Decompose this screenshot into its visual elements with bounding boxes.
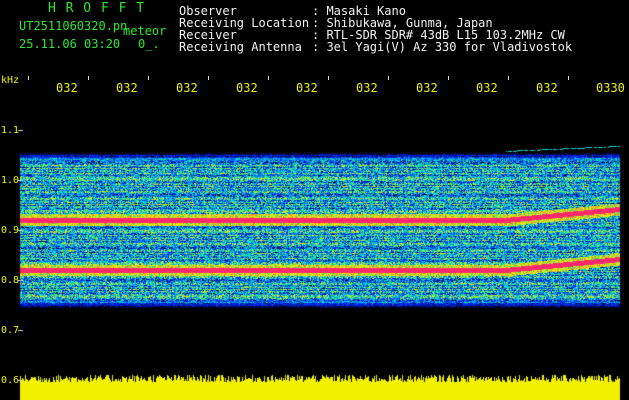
datetime-label: 25.11.06 03:20 — [19, 37, 121, 51]
y-tick-label: 1.1 — [1, 125, 20, 136]
y-tick-label: 0.7 — [1, 325, 20, 336]
time-tick — [148, 76, 149, 80]
brand-title: H R O F F T — [48, 1, 146, 16]
time-label: 032 — [176, 81, 198, 95]
time-label: 032 — [476, 81, 498, 95]
y-tick-label: 0.8 — [1, 275, 20, 286]
time-label: 032 — [416, 81, 438, 95]
time-label: 0330 — [596, 81, 625, 95]
time-tick — [208, 76, 209, 80]
time-tick — [88, 76, 89, 80]
time-label: 032 — [536, 81, 558, 95]
time-tick — [508, 76, 509, 80]
time-tick — [28, 76, 29, 80]
info-label-antenna: Receiving Antenna — [179, 40, 302, 54]
time-tick — [388, 76, 389, 80]
time-tick — [268, 76, 269, 80]
time-label: 032 — [56, 81, 78, 95]
time-tick — [448, 76, 449, 80]
time-tick — [568, 76, 569, 80]
time-label: 032 — [296, 81, 318, 95]
y-tick-label: 0.6 — [1, 375, 20, 386]
time-label: 032 — [116, 81, 138, 95]
filename-label: UT2511060320.pn — [19, 19, 128, 33]
y-tick-label: 0.9 — [1, 225, 20, 236]
time-label: 032 — [236, 81, 258, 95]
spectrogram-plot — [0, 0, 629, 400]
mode-label: meteor — [123, 24, 167, 38]
time-tick — [328, 76, 329, 80]
time-label: 032 — [356, 81, 378, 95]
counter-label: 0_. — [138, 37, 160, 51]
y-axis-unit: kHz — [1, 75, 20, 86]
y-tick-label: 1.0 — [1, 175, 20, 186]
info-value-antenna: : 3el Yagi(V) Az 330 for Vladivostok — [312, 40, 573, 54]
